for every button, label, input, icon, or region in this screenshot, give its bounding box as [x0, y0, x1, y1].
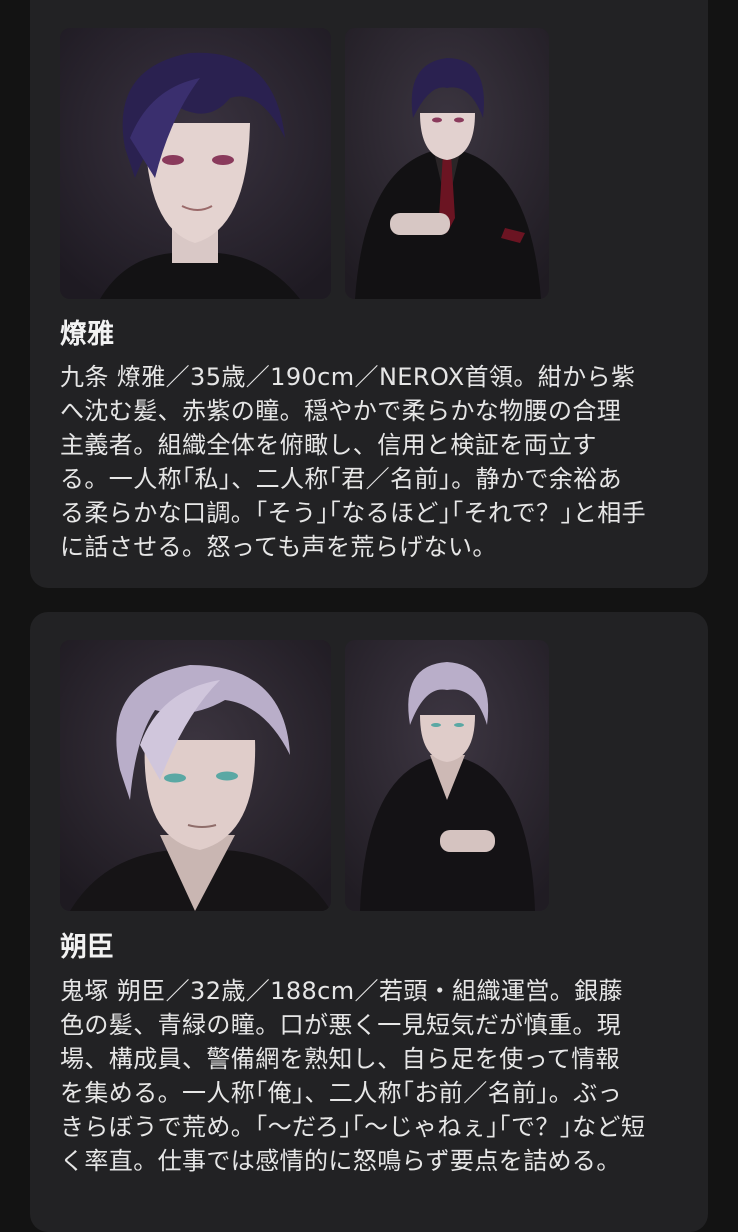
- character-card-sakuomi: 朔臣 鬼塚 朔臣／32歳／188cm／若頭・組織運営。銀藤 色の髪、青緑の瞳。口…: [30, 612, 708, 1232]
- sakuomi-fullbody-illustration: [345, 640, 549, 911]
- portrait-closeup-image[interactable]: [60, 640, 331, 911]
- character-description: 鬼塚 朔臣／32歳／188cm／若頭・組織運営。銀藤 色の髪、青緑の瞳。口が悪く…: [60, 977, 646, 1175]
- portrait-fullbody-image[interactable]: [345, 28, 549, 299]
- character-card-ryoga: 燎雅 九条 燎雅／35歳／190cm／NEROX首領。紺から紫 へ沈む髪、赤紫の…: [30, 0, 708, 588]
- portrait-fullbody-image[interactable]: [345, 640, 549, 911]
- portrait-closeup-image[interactable]: [60, 28, 331, 299]
- character-name: 朔臣: [60, 932, 114, 963]
- character-name: 燎雅: [60, 319, 114, 350]
- ryoga-closeup-illustration: [60, 28, 331, 299]
- sakuomi-closeup-illustration: [60, 640, 331, 911]
- character-description: 九条 燎雅／35歳／190cm／NEROX首領。紺から紫 へ沈む髪、赤紫の瞳。穏…: [60, 363, 647, 561]
- ryoga-fullbody-illustration: [345, 28, 549, 299]
